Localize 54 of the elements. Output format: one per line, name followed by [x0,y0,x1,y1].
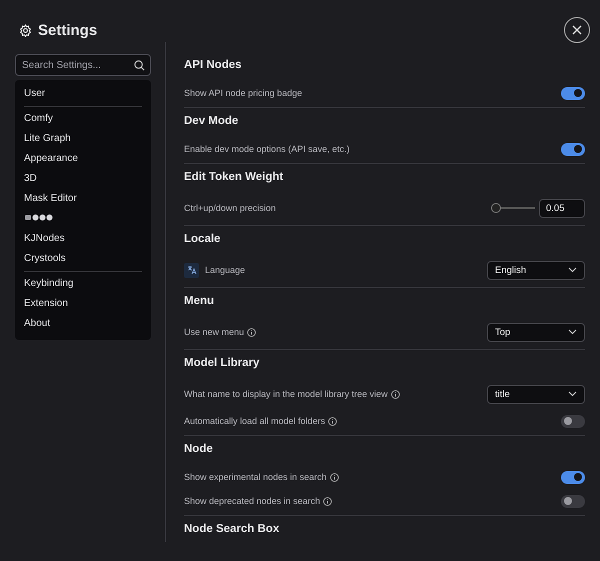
search-field[interactable]: Search Settings... [15,54,151,76]
chevron-down-icon [568,391,577,397]
toggle-switch[interactable] [561,142,585,156]
sidebar-item[interactable]: Extension [15,294,151,314]
toggle-switch[interactable] [561,414,585,428]
section-title: Menu [184,294,216,309]
section-title: API Nodes [184,58,243,73]
emoji-icon [24,213,54,221]
sidebar-item[interactable]: User [15,84,151,104]
sidebar-item[interactable]: KJNodes [15,229,151,249]
sidebar-item[interactable]: Keybinding [15,274,151,294]
sidebar-item[interactable]: About [15,314,151,334]
setting-label: Show API node pricing badge [184,88,302,98]
close-button[interactable] [564,17,590,43]
slider-thumb[interactable] [491,203,501,213]
number-field[interactable]: 0.05 [539,198,585,218]
setting-label: Language [205,265,246,275]
sidebar-item[interactable]: Crystools [15,249,151,269]
sidebar-item[interactable]: Lite Graph [15,129,151,149]
dropdown[interactable]: Top [487,322,585,342]
section-title: Edit Token Weight [184,170,284,185]
setting-label: What name to display in the model library tree view [184,389,388,399]
info-icon [247,328,256,336]
gear-icon [19,24,32,37]
chevron-down-icon [568,329,577,335]
chevron-down-icon [568,267,577,273]
dropdown[interactable]: English [487,260,585,280]
sidebar-item[interactable]: Mask Editor [15,189,151,209]
setting-label: Show experimental nodes in search [184,472,327,482]
section-title: Node Search Box [184,522,280,537]
dropdown[interactable]: title [487,384,585,404]
section-title: Locale [184,232,222,247]
setting-label: Show deprecated nodes in search [184,496,320,506]
dialog-title: Settings [38,22,98,39]
info-icon [328,416,338,426]
setting-label: Use new menu [184,327,244,337]
toggle-switch[interactable] [561,86,585,100]
section-title: Node [184,442,214,457]
setting-label: Enable dev mode options (API save, etc.) [184,144,350,154]
section-title: Model Library [184,356,260,371]
info-icon [330,472,339,482]
info-icon [323,496,332,506]
info-icon [390,390,400,398]
sidebar-item[interactable]: 3D [15,169,151,189]
sidebar-item[interactable]: Appearance [15,149,151,169]
setting-label: Automatically load all model folders [184,416,326,426]
search-icon [134,60,145,70]
close-icon [572,25,582,35]
sidebar-item[interactable]: Comfy [15,109,151,129]
setting-label: Ctrl+up/down precision [184,203,276,213]
toggle-switch[interactable] [561,494,585,508]
toggle-switch[interactable] [561,470,585,484]
translate-icon [184,262,199,278]
section-title: Dev Mode [184,114,240,129]
